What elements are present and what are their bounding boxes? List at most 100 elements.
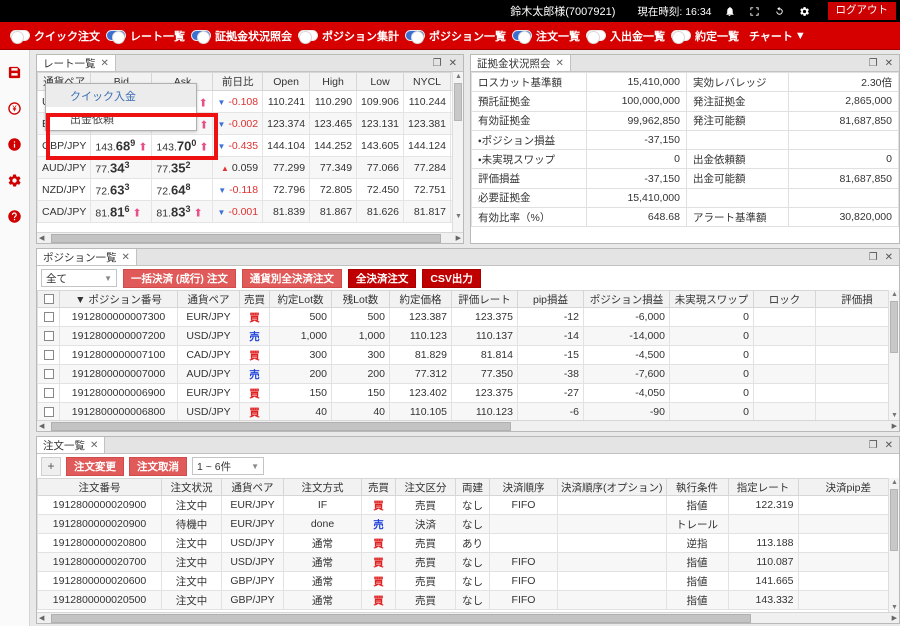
scroll-right-icon[interactable]: ▶ <box>454 234 463 242</box>
position-col-eval-pl[interactable]: 評価損 <box>815 290 899 308</box>
order-col-hedge[interactable]: 両建 <box>455 478 490 496</box>
rate-col-open[interactable]: Open <box>262 72 311 91</box>
row-checkbox[interactable] <box>43 331 54 342</box>
order-hscroll-thumb[interactable] <box>51 614 751 623</box>
row-checkbox[interactable] <box>43 369 54 380</box>
maximize-icon[interactable]: ❐ <box>433 58 442 69</box>
scroll-left-icon[interactable]: ◀ <box>37 422 46 430</box>
order-col-number[interactable]: 注文番号 <box>37 478 162 496</box>
close-icon[interactable]: ✕ <box>556 58 564 69</box>
rate-col-low[interactable]: Low <box>356 72 405 91</box>
scroll-up-icon[interactable]: ▲ <box>889 479 899 486</box>
scroll-right-icon[interactable]: ▶ <box>890 422 899 430</box>
order-col-status[interactable]: 注文状況 <box>161 478 222 496</box>
gear-icon[interactable] <box>797 4 812 19</box>
nav-item-5[interactable]: 注文一覧 <box>512 28 585 44</box>
nav-item-7[interactable]: 約定一覧 <box>671 28 744 44</box>
cancel-order-button[interactable]: 注文取消 <box>129 456 187 476</box>
row-checkbox-cell[interactable] <box>37 364 60 384</box>
position-col-lot[interactable]: 約定Lot数 <box>269 290 332 308</box>
table-row[interactable]: NZD/JPY 72.633 72.648 ▼ -0.118 72.796 72.80… <box>37 178 463 201</box>
fullscreen-icon[interactable] <box>747 4 762 19</box>
popup-item-quick-deposit[interactable]: クイック入金 <box>46 84 196 107</box>
table-row[interactable]: 1912800000020900 待機中 EUR/JPY done 売決済 なし トレール <box>37 514 899 534</box>
rate-cell-bid[interactable]: 72.633 <box>90 178 153 201</box>
nav-item-4[interactable]: ポジション一覧 <box>405 28 511 44</box>
popup-item-withdraw-request[interactable]: 出金依頼 <box>46 107 196 130</box>
nav-item-2[interactable]: 証拠金状況照会 <box>191 28 297 44</box>
table-row[interactable]: 1912800000006900 EUR/JPY 買 150 150 123.402 123… <box>37 383 899 403</box>
nav-chart-menu[interactable]: チャート ▼ <box>749 28 806 44</box>
toggle-6[interactable] <box>586 30 606 44</box>
rate-vscroll-thumb[interactable] <box>454 83 462 121</box>
table-row[interactable]: 1912800000007200 USD/JPY 売 1,000 1,000 110.12… <box>37 326 899 346</box>
csv-export-button[interactable]: CSV出力 <box>422 268 481 288</box>
table-row[interactable]: CAD/JPY 81.816 ⬆ 81.833 ⬆ ▼ -0.001 81.839 81.… <box>37 200 463 223</box>
help-icon[interactable] <box>0 198 30 234</box>
logout-button[interactable]: ログアウト <box>827 2 896 20</box>
table-row[interactable]: 1912800000020900 注文中 EUR/JPY IF 買売買 なし FIFO 指値 1… <box>37 495 899 515</box>
rate-cell-bid[interactable]: 143.689 ⬆ <box>90 134 153 157</box>
order-col-settle-order[interactable]: 決済順序 <box>489 478 558 496</box>
bulk-close-market-button[interactable]: 一括決済 (成行) 注文 <box>123 268 236 288</box>
close-icon[interactable]: ✕ <box>885 252 893 263</box>
order-vscroll-thumb[interactable] <box>890 489 898 551</box>
position-col-remaining-lot[interactable]: 残Lot数 <box>331 290 390 308</box>
maximize-icon[interactable]: ❐ <box>869 252 878 263</box>
select-all-checkbox[interactable] <box>43 294 54 305</box>
scroll-down-icon[interactable]: ▼ <box>889 604 899 611</box>
order-col-side[interactable]: 売買 <box>361 478 396 496</box>
toggle-2[interactable] <box>191 30 211 44</box>
rate-cell-ask[interactable]: 81.833 ⬆ <box>151 200 214 223</box>
nav-item-3[interactable]: ポジション集計 <box>298 28 404 44</box>
position-col-eval-rate[interactable]: 評価レート <box>451 290 518 308</box>
rate-hscrollbar[interactable]: ◀ ▶ <box>37 232 463 243</box>
scroll-down-icon[interactable]: ▼ <box>453 213 463 220</box>
close-icon[interactable]: ✕ <box>90 440 98 451</box>
scroll-down-icon[interactable]: ▼ <box>889 412 899 419</box>
close-icon[interactable]: ✕ <box>885 58 893 69</box>
scroll-left-icon[interactable]: ◀ <box>37 614 46 622</box>
rate-cell-ask[interactable]: 143.700 ⬆ <box>151 134 214 157</box>
rate-col-high[interactable]: High <box>309 72 358 91</box>
row-checkbox-cell[interactable] <box>37 307 60 327</box>
table-row[interactable]: 1912800000020800 注文中 USD/JPY 通常買売買 あり 逆指 113.1… <box>37 533 899 553</box>
scroll-up-icon[interactable]: ▲ <box>453 73 463 80</box>
nav-item-6[interactable]: 入出金一覧 <box>586 28 670 44</box>
close-icon[interactable]: ✕ <box>101 58 109 69</box>
position-col-lock[interactable]: ロック <box>753 290 816 308</box>
save-icon[interactable] <box>0 54 30 90</box>
close-icon[interactable]: ✕ <box>122 252 130 263</box>
tab-order-list[interactable]: 注文一覧 ✕ <box>37 437 106 453</box>
scroll-right-icon[interactable]: ▶ <box>890 614 899 622</box>
toggle-1[interactable] <box>106 30 126 44</box>
quick-deposit-popup[interactable]: クイック入金 出金依頼 <box>45 83 197 131</box>
refresh-icon[interactable] <box>772 4 787 19</box>
toggle-0[interactable] <box>10 30 30 44</box>
tab-rate-list[interactable]: レート一覧 ✕ <box>37 55 116 71</box>
position-col-pair[interactable]: 通貨ペア <box>177 290 240 308</box>
order-col-kind[interactable]: 注文区分 <box>395 478 456 496</box>
bell-icon[interactable] <box>722 4 737 19</box>
add-order-button[interactable]: + <box>41 456 61 476</box>
table-row[interactable]: 1912800000007100 CAD/JPY 買 300 300 81.829 81.8… <box>37 345 899 365</box>
nav-item-1[interactable]: レート一覧 <box>106 28 190 44</box>
row-checkbox-cell[interactable] <box>37 383 60 403</box>
order-hscrollbar[interactable]: ◀ ▶ <box>37 612 899 623</box>
table-row[interactable]: GBP/JPY 143.689 ⬆ 143.700 ⬆ ▼ -0.435 144.104… <box>37 134 463 157</box>
tab-position-list[interactable]: ポジション一覧 ✕ <box>37 249 137 265</box>
position-filter-select[interactable]: 全て ▼ <box>41 269 117 287</box>
position-hscrollbar[interactable]: ◀ ▶ <box>37 420 899 431</box>
row-checkbox-cell[interactable] <box>37 402 60 420</box>
close-icon[interactable]: ✕ <box>449 58 457 69</box>
row-checkbox[interactable] <box>43 312 54 323</box>
table-row[interactable]: 1912800000020700 注文中 USD/JPY 通常買売買 なし FIFO 指値 1… <box>37 552 899 572</box>
toggle-4[interactable] <box>405 30 425 44</box>
position-col-checkbox[interactable] <box>37 290 60 308</box>
close-all-button[interactable]: 全決済注文 <box>347 268 417 288</box>
order-col-pair[interactable]: 通貨ペア <box>221 478 284 496</box>
rate-hscroll-thumb[interactable] <box>51 234 441 243</box>
order-count-select[interactable]: 1 ~ 6件 ▼ <box>192 457 264 475</box>
position-vscroll-thumb[interactable] <box>890 301 898 353</box>
tab-margin-status[interactable]: 証拠金状況照会 ✕ <box>471 55 571 71</box>
